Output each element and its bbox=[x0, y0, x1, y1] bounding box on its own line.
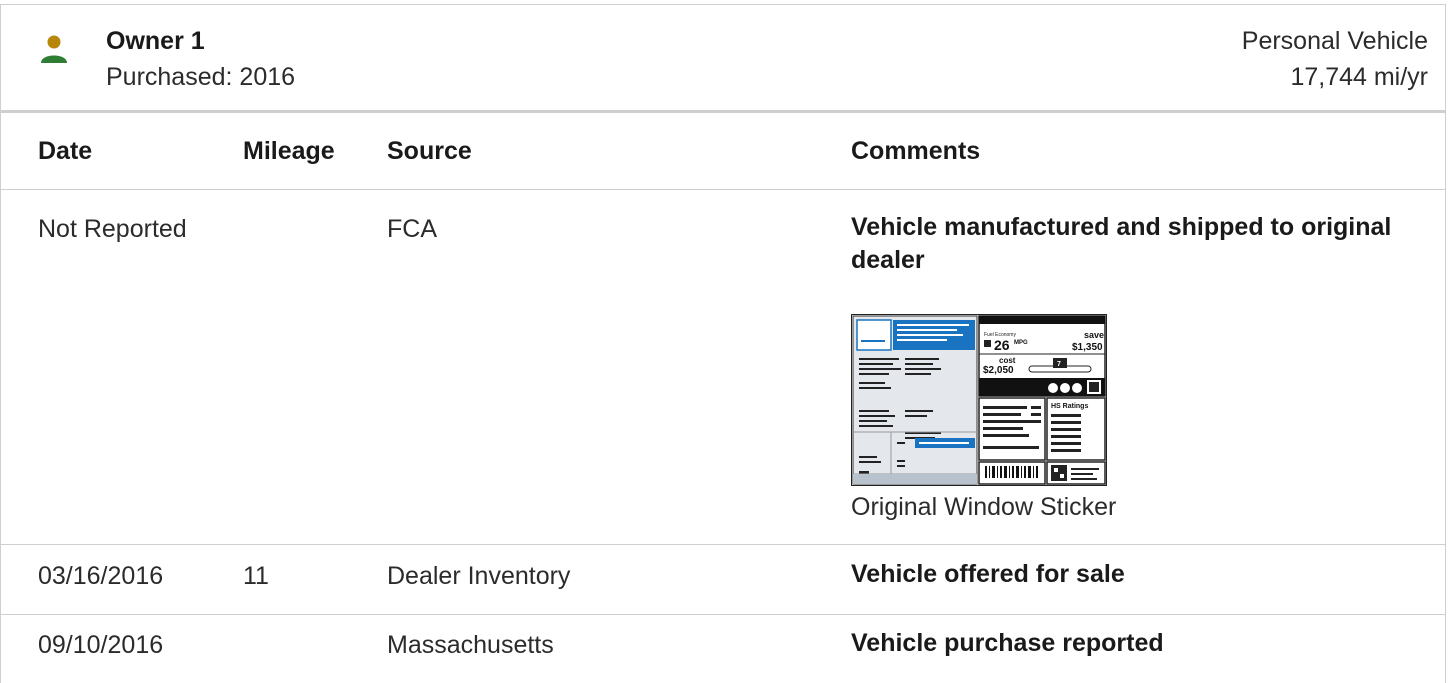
header-divider bbox=[1, 110, 1445, 113]
person-icon bbox=[41, 35, 67, 63]
svg-text:HS Ratings: HS Ratings bbox=[1051, 403, 1088, 410]
table-row-source: FCA bbox=[387, 215, 437, 243]
svg-text:MPG: MPG bbox=[1014, 340, 1028, 346]
svg-text:$1,350: $1,350 bbox=[1072, 342, 1103, 353]
svg-text:7: 7 bbox=[1057, 361, 1061, 368]
table-row-date: 03/16/2016 bbox=[38, 562, 164, 590]
table-row-source: Massachusetts bbox=[387, 631, 554, 659]
window-sticker-thumbnail[interactable]: Fuel Economy 26 MPG save $1,350 cost $2,… bbox=[851, 314, 1107, 486]
svg-text:26: 26 bbox=[994, 337, 1010, 353]
column-header-date: Date bbox=[38, 137, 93, 165]
table-row-comment: Vehicle manufactured and shipped to orig… bbox=[851, 213, 1392, 274]
row-divider bbox=[1, 189, 1445, 190]
column-header-comments: Comments bbox=[851, 137, 981, 165]
table-row-comment: Vehicle purchase reported bbox=[851, 629, 1164, 657]
table-row-date: Not Reported bbox=[38, 215, 187, 243]
table-row-comment: Vehicle offered for sale bbox=[851, 560, 1125, 588]
table-row-date: 09/10/2016 bbox=[38, 631, 164, 659]
annual-mileage: 17,744 mi/yr bbox=[1290, 63, 1428, 91]
row-divider bbox=[1, 614, 1445, 615]
column-header-mileage: Mileage bbox=[243, 137, 335, 165]
svg-text:save: save bbox=[1084, 330, 1104, 340]
table-row-source: Dealer Inventory bbox=[387, 562, 571, 590]
purchase-year: Purchased: 2016 bbox=[106, 63, 296, 91]
owner-history-card: Owner 1 Purchased: 2016 Personal Vehicle… bbox=[0, 4, 1446, 683]
vehicle-type: Personal Vehicle bbox=[1241, 27, 1428, 55]
owner-header: Owner 1 Purchased: 2016 Personal Vehicle… bbox=[1, 5, 1445, 111]
table-row-mileage: 11 bbox=[243, 562, 269, 590]
window-sticker-label[interactable]: Original Window Sticker bbox=[851, 493, 1116, 522]
row-divider bbox=[1, 544, 1445, 545]
owner-name: Owner 1 bbox=[106, 27, 205, 55]
svg-text:cost: cost bbox=[999, 356, 1016, 365]
svg-text:$2,050: $2,050 bbox=[983, 365, 1014, 376]
column-header-source: Source bbox=[387, 137, 472, 165]
